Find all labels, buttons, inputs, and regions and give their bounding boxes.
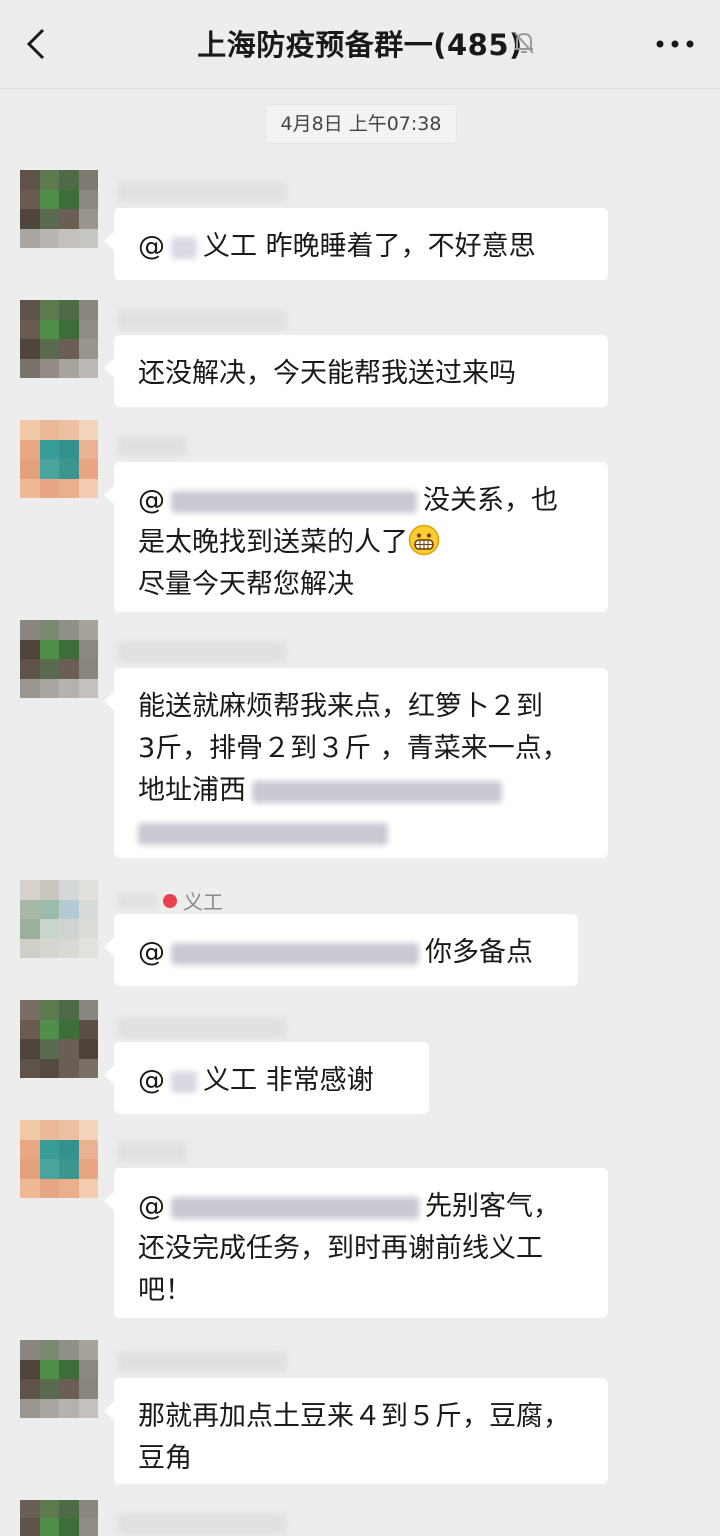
message-line: 还没完成任务，到时再谢前线义工 — [138, 1228, 584, 1270]
avatar[interactable] — [20, 420, 98, 498]
sender-name: 义工 — [117, 886, 223, 915]
message-text: 地址浦西 — [138, 775, 246, 806]
message-text: 吧！ — [138, 1275, 192, 1306]
mention-symbol: @ — [138, 231, 165, 262]
avatar[interactable] — [20, 1000, 98, 1078]
message-line: 尽量今天帮您解决 — [138, 564, 584, 606]
message-line: 吧！ — [138, 1270, 584, 1312]
avatar[interactable] — [20, 170, 98, 248]
chat-title: 上海防疫预备群一(485) — [197, 28, 523, 62]
mention-symbol: @ — [138, 485, 165, 516]
message-text: 你多备点 — [425, 937, 533, 968]
message-text: 能送就麻烦帮我来点，红箩卜２到 — [138, 691, 543, 722]
message-text: 义工 昨晚睡着了，不好意思 — [203, 231, 536, 262]
message-text: 还没完成任务，到时再谢前线义工 — [138, 1233, 543, 1264]
avatar[interactable] — [20, 1120, 98, 1198]
message-text: 是太晚找到送菜的人了 — [138, 527, 408, 558]
mention-symbol: @ — [138, 1191, 165, 1222]
chat-header: 上海防疫预备群一(485) — [0, 0, 720, 89]
mention-symbol: @ — [138, 937, 165, 968]
message-text: 尽量今天帮您解决 — [138, 569, 354, 600]
sender-name — [117, 310, 287, 330]
message-bubble[interactable]: @ 你多备点 — [104, 914, 578, 986]
sender-name — [117, 1514, 287, 1534]
redacted-name — [171, 1070, 197, 1093]
sender-name — [117, 436, 187, 456]
message-bubble[interactable]: @ 先别客气， 还没完成任务，到时再谢前线义工 吧！ — [104, 1168, 608, 1318]
sender-name — [117, 1142, 187, 1162]
message-bubble[interactable]: 那就再加点土豆来４到５斤，豆腐， 豆角 — [104, 1378, 608, 1484]
grinning-emoji-icon — [408, 524, 440, 556]
redacted-name — [117, 892, 157, 909]
message-text: 先别客气， — [425, 1191, 560, 1222]
message-line: 地址浦西 — [138, 770, 584, 812]
bell-off-icon — [514, 32, 534, 54]
redacted-address — [252, 780, 502, 803]
more-button[interactable] — [650, 26, 700, 62]
message-bubble[interactable]: @ 没关系，也 是太晚找到送菜的人了 尽量今天帮您解决 — [104, 462, 608, 612]
redacted-address — [138, 822, 388, 845]
message-line: 那就再加点土豆来４到５斤，豆腐， — [138, 1396, 584, 1438]
heart-badge-icon — [163, 893, 177, 908]
sender-name — [117, 642, 287, 662]
message-line: 能送就麻烦帮我来点，红箩卜２到 — [138, 686, 584, 728]
avatar[interactable] — [20, 300, 98, 378]
message-bubble[interactable]: @ 义工 昨晚睡着了，不好意思 — [104, 208, 608, 280]
message-text: 没关系，也 — [423, 485, 558, 516]
message-line: 是太晚找到送菜的人了 — [138, 522, 584, 564]
message-line: 3斤，排骨２到３斤 ，青菜来一点， — [138, 728, 584, 770]
message-text: 3斤，排骨２到３斤 ，青菜来一点， — [138, 733, 569, 764]
sender-name — [117, 1018, 287, 1038]
message-text: 豆角 — [138, 1443, 192, 1474]
message-line: 豆角 — [138, 1438, 584, 1480]
avatar[interactable] — [20, 880, 98, 958]
redacted-name — [171, 490, 417, 513]
avatar[interactable] — [20, 1500, 98, 1536]
redacted-name — [171, 942, 419, 965]
message-line: @ 没关系，也 — [138, 480, 584, 522]
redacted-name — [171, 1196, 419, 1219]
mention-symbol: @ — [138, 1065, 165, 1096]
sender-tag: 义工 — [183, 890, 223, 914]
message-line: @ 先别客气， — [138, 1186, 584, 1228]
redacted-name — [171, 236, 197, 259]
avatar[interactable] — [20, 1340, 98, 1418]
message-text: 义工 非常感谢 — [203, 1065, 374, 1096]
message-bubble[interactable]: 还没解决，今天能帮我送过来吗 — [104, 335, 608, 407]
avatar[interactable] — [20, 620, 98, 698]
more-dots-icon — [656, 40, 694, 48]
sender-name — [117, 182, 287, 202]
message-text: 那就再加点土豆来４到５斤，豆腐， — [138, 1401, 570, 1432]
message-text: 还没解决，今天能帮我送过来吗 — [138, 358, 516, 389]
sender-name — [117, 1352, 287, 1372]
message-timestamp: 4月8日 上午07:38 — [265, 104, 457, 144]
message-line — [138, 812, 584, 854]
message-bubble[interactable]: 能送就麻烦帮我来点，红箩卜２到 3斤，排骨２到３斤 ，青菜来一点， 地址浦西 — [104, 668, 608, 858]
message-bubble[interactable]: @ 义工 非常感谢 — [104, 1042, 429, 1114]
